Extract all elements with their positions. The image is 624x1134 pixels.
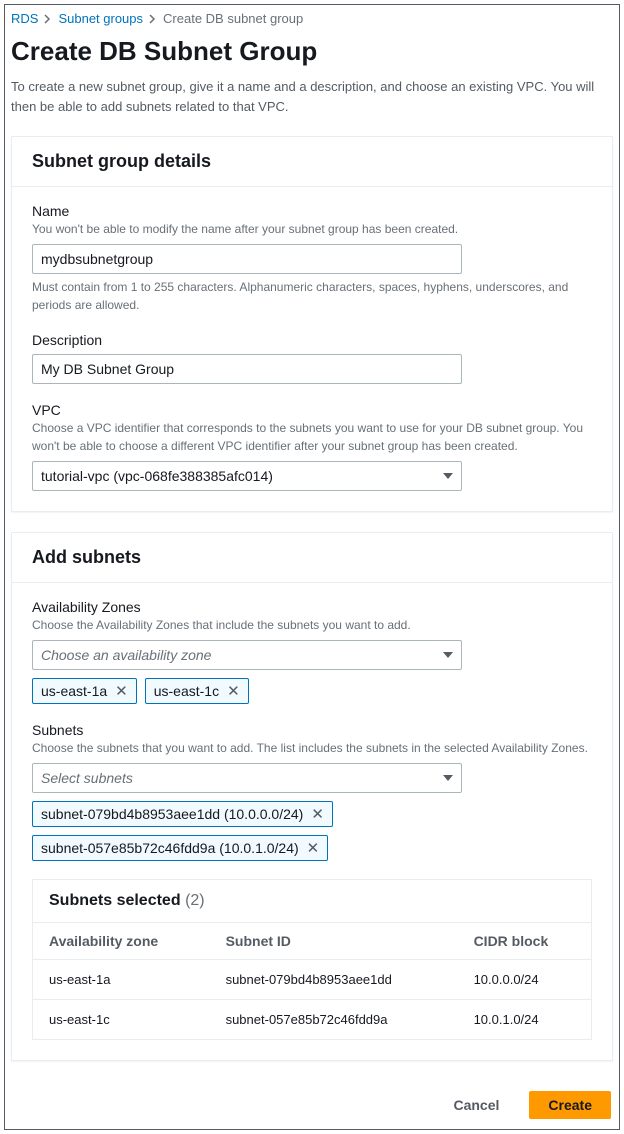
panel-title-add-subnets: Add subnets: [32, 547, 592, 568]
subnets-placeholder: Select subnets: [41, 770, 133, 786]
close-icon[interactable]: ✕: [311, 807, 324, 822]
close-icon[interactable]: ✕: [307, 841, 320, 856]
name-hint-top: You won't be able to modify the name aft…: [32, 220, 592, 238]
az-token-label: us-east-1c: [154, 683, 219, 699]
description-label: Description: [32, 332, 592, 348]
subnets-label: Subnets: [32, 722, 592, 738]
close-icon[interactable]: ✕: [115, 684, 128, 699]
table-row: us-east-1c subnet-057e85b72c46fdd9a 10.0…: [33, 1000, 591, 1040]
breadcrumb-current: Create DB subnet group: [163, 11, 303, 26]
subnet-group-details-panel: Subnet group details Name You won't be a…: [11, 136, 613, 512]
cell-az: us-east-1c: [33, 1000, 210, 1040]
az-hint: Choose the Availability Zones that inclu…: [32, 616, 592, 634]
vpc-hint: Choose a VPC identifier that corresponds…: [32, 419, 592, 455]
chevron-right-icon: [149, 14, 157, 24]
subnets-hint: Choose the subnets that you want to add.…: [32, 739, 592, 757]
az-token-label: us-east-1a: [41, 683, 107, 699]
close-icon[interactable]: ✕: [227, 684, 240, 699]
breadcrumb: RDS Subnet groups Create DB subnet group: [11, 5, 613, 36]
cell-cidr: 10.0.1.0/24: [458, 1000, 591, 1040]
subnets-select[interactable]: Select subnets: [32, 763, 462, 793]
breadcrumb-parent[interactable]: Subnet groups: [58, 11, 143, 26]
az-token: us-east-1a ✕: [32, 678, 137, 704]
cell-cidr: 10.0.0.0/24: [458, 960, 591, 1000]
subnets-selected-title: Subnets selected: [49, 892, 181, 909]
page-description: To create a new subnet group, give it a …: [11, 77, 613, 116]
name-hint-below: Must contain from 1 to 255 characters. A…: [32, 278, 592, 314]
panel-title-details: Subnet group details: [32, 151, 592, 172]
subnet-token: subnet-057e85b72c46fdd9a (10.0.1.0/24) ✕: [32, 835, 328, 861]
breadcrumb-root[interactable]: RDS: [11, 11, 38, 26]
subnets-selected-count: (2): [185, 892, 205, 909]
cell-subnet-id: subnet-079bd4b8953aee1dd: [210, 960, 458, 1000]
vpc-label: VPC: [32, 402, 592, 418]
table-row: us-east-1a subnet-079bd4b8953aee1dd 10.0…: [33, 960, 591, 1000]
col-cidr-block: CIDR block: [458, 923, 591, 960]
az-label: Availability Zones: [32, 599, 592, 615]
chevron-right-icon: [44, 14, 52, 24]
subnet-token: subnet-079bd4b8953aee1dd (10.0.0.0/24) ✕: [32, 801, 333, 827]
subnet-token-label: subnet-079bd4b8953aee1dd (10.0.0.0/24): [41, 806, 303, 822]
cell-az: us-east-1a: [33, 960, 210, 1000]
name-label: Name: [32, 203, 592, 219]
subnet-token-label: subnet-057e85b72c46fdd9a (10.0.1.0/24): [41, 840, 299, 856]
cell-subnet-id: subnet-057e85b72c46fdd9a: [210, 1000, 458, 1040]
col-subnet-id: Subnet ID: [210, 923, 458, 960]
az-select[interactable]: Choose an availability zone: [32, 640, 462, 670]
subnets-selected-panel: Subnets selected (2) Availability zone S…: [32, 879, 592, 1040]
az-token: us-east-1c ✕: [145, 678, 249, 704]
subnets-selected-table: Availability zone Subnet ID CIDR block u…: [33, 923, 591, 1039]
vpc-selected-value: tutorial-vpc (vpc-068fe388385afc014): [41, 468, 273, 484]
page-title: Create DB Subnet Group: [11, 36, 613, 67]
vpc-select[interactable]: tutorial-vpc (vpc-068fe388385afc014): [32, 461, 462, 491]
name-input[interactable]: [32, 244, 462, 274]
description-input[interactable]: [32, 354, 462, 384]
add-subnets-panel: Add subnets Availability Zones Choose th…: [11, 532, 613, 1061]
create-button[interactable]: Create: [529, 1091, 611, 1119]
cancel-button[interactable]: Cancel: [435, 1091, 517, 1119]
col-availability-zone: Availability zone: [33, 923, 210, 960]
chevron-down-icon: [443, 775, 453, 781]
az-placeholder: Choose an availability zone: [41, 647, 211, 663]
footer-buttons: Cancel Create: [11, 1081, 613, 1121]
chevron-down-icon: [443, 473, 453, 479]
chevron-down-icon: [443, 652, 453, 658]
